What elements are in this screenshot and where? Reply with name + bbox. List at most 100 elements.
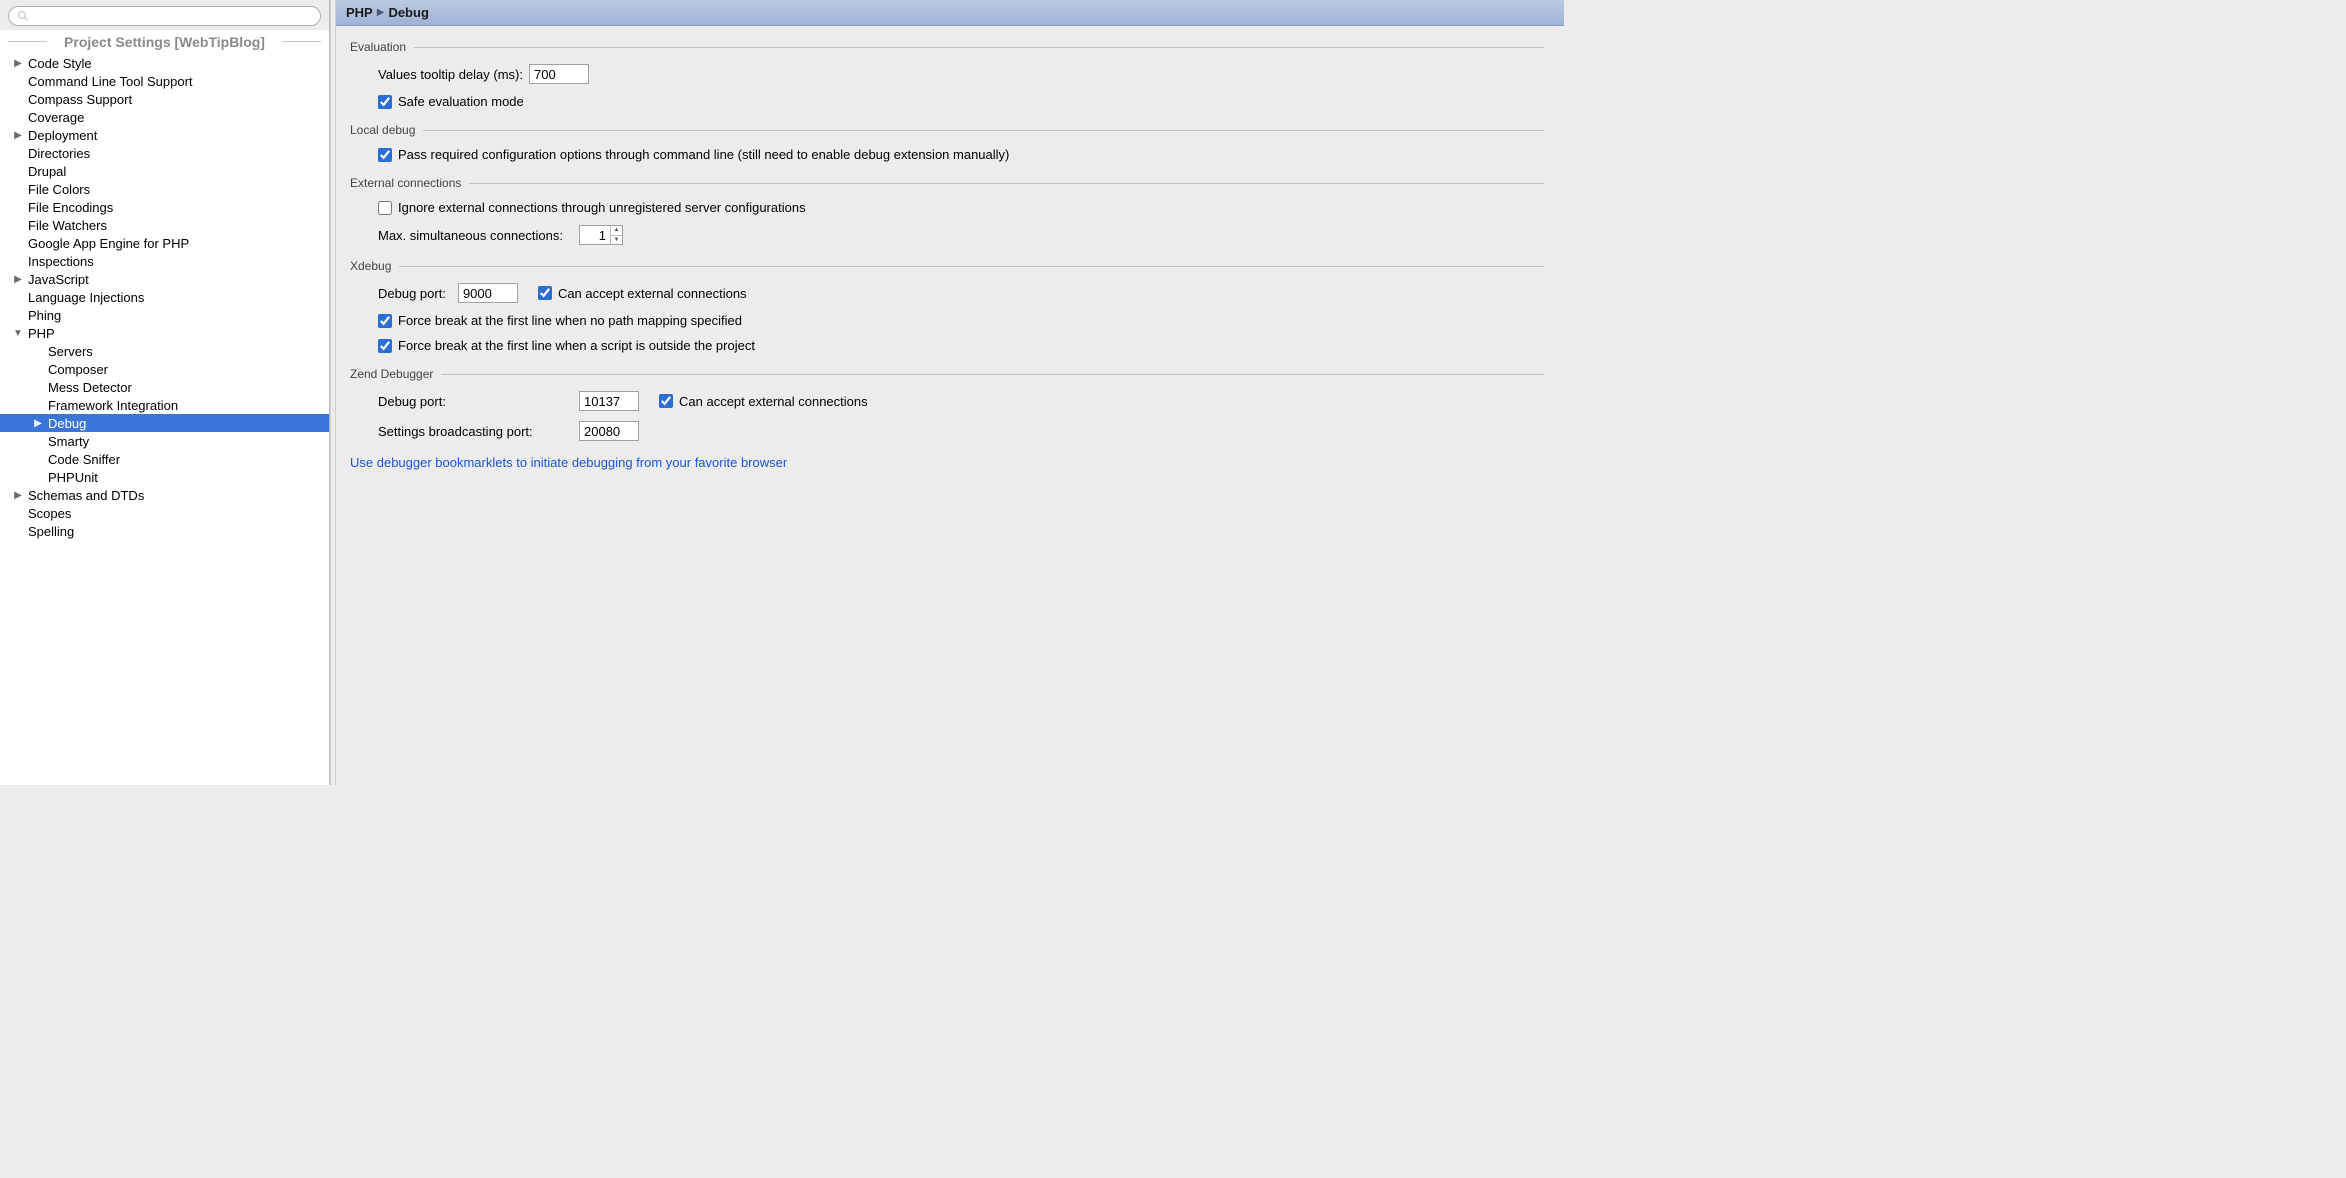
- group-title-zend: Zend Debugger: [350, 367, 433, 381]
- tree-item-label: Mess Detector: [48, 380, 132, 395]
- tree-item-label: Code Style: [28, 56, 92, 71]
- tree-item-label: Drupal: [28, 164, 66, 179]
- group-local-debug: Local debug Pass required configuration …: [350, 123, 1544, 162]
- group-xdebug: Xdebug Debug port: Can accept external c…: [350, 259, 1544, 353]
- ignore-external-checkbox[interactable]: [378, 201, 392, 215]
- bookmarklets-link-row: Use debugger bookmarklets to initiate de…: [350, 455, 1544, 470]
- chevron-right-icon: ▶: [377, 7, 385, 18]
- xdebug-port-label: Debug port:: [378, 286, 446, 301]
- tree-item-schemas-and-dtds[interactable]: ▶Schemas and DTDs: [0, 486, 329, 504]
- chevron-right-icon: ▶: [12, 130, 24, 141]
- tree-item-label: Code Sniffer: [48, 452, 120, 467]
- tree-item-servers[interactable]: ▶Servers: [0, 342, 329, 360]
- search-icon: [17, 10, 29, 22]
- spinner-up-icon[interactable]: ▲: [611, 226, 622, 236]
- tree-item-coverage[interactable]: ▶Coverage: [0, 108, 329, 126]
- search-input[interactable]: [33, 9, 312, 23]
- tree-item-label: File Watchers: [28, 218, 107, 233]
- sidebar: Project Settings [WebTipBlog] ▶Code Styl…: [0, 0, 330, 785]
- pass-config-checkbox[interactable]: [378, 148, 392, 162]
- tree-item-label: Scopes: [28, 506, 71, 521]
- section-header: Project Settings [WebTipBlog]: [0, 30, 329, 52]
- breadcrumb: PHP ▶ Debug: [336, 0, 1564, 26]
- chevron-down-icon: ▼: [12, 328, 24, 339]
- group-title-xdebug: Xdebug: [350, 259, 391, 273]
- force-break-outside-checkbox[interactable]: [378, 339, 392, 353]
- tree-item-file-colors[interactable]: ▶File Colors: [0, 180, 329, 198]
- content: Evaluation Values tooltip delay (ms): Sa…: [336, 26, 1564, 785]
- tree-item-language-injections[interactable]: ▶Language Injections: [0, 288, 329, 306]
- tree-item-label: Deployment: [28, 128, 97, 143]
- tree-item-framework-integration[interactable]: ▶Framework Integration: [0, 396, 329, 414]
- tree-item-deployment[interactable]: ▶ Deployment: [0, 126, 329, 144]
- tree-item-label: Servers: [48, 344, 93, 359]
- tree-item-code-sniffer[interactable]: ▶Code Sniffer: [0, 450, 329, 468]
- group-zend: Zend Debugger Debug port: Can accept ext…: [350, 367, 1544, 441]
- spinner-down-icon[interactable]: ▼: [611, 236, 622, 245]
- chevron-right-icon: ▶: [12, 490, 24, 501]
- tree-item-label: Coverage: [28, 110, 84, 125]
- tree-item-label: Composer: [48, 362, 108, 377]
- tree-item-label: Smarty: [48, 434, 89, 449]
- tree-item-inspections[interactable]: ▶Inspections: [0, 252, 329, 270]
- tree-item-file-encodings[interactable]: ▶File Encodings: [0, 198, 329, 216]
- zend-broadcast-input[interactable]: [579, 421, 639, 441]
- tooltip-delay-input[interactable]: [529, 64, 589, 84]
- zend-accept-ext-label: Can accept external connections: [679, 394, 868, 409]
- xdebug-accept-ext-label: Can accept external connections: [558, 286, 747, 301]
- tooltip-delay-label: Values tooltip delay (ms):: [378, 67, 523, 82]
- max-conn-input[interactable]: [580, 226, 610, 244]
- ignore-external-label: Ignore external connections through unre…: [398, 200, 806, 215]
- tree-item-file-watchers[interactable]: ▶File Watchers: [0, 216, 329, 234]
- group-title-evaluation: Evaluation: [350, 40, 406, 54]
- tree-item-label: Debug: [48, 416, 86, 431]
- max-conn-spinner[interactable]: ▲ ▼: [579, 225, 623, 245]
- tree-item-javascript[interactable]: ▶JavaScript: [0, 270, 329, 288]
- zend-accept-ext-checkbox[interactable]: [659, 394, 673, 408]
- tree-item-label: Inspections: [28, 254, 94, 269]
- group-title-external: External connections: [350, 176, 461, 190]
- xdebug-port-input[interactable]: [458, 283, 518, 303]
- main-panel: PHP ▶ Debug Evaluation Values tooltip de…: [336, 0, 1564, 785]
- settings-tree[interactable]: ▶Code Style▶Command Line Tool Support▶Co…: [0, 52, 329, 785]
- tree-item-label: Spelling: [28, 524, 74, 539]
- tree-item-phing[interactable]: ▶Phing: [0, 306, 329, 324]
- tree-item-label: PHP: [28, 326, 55, 341]
- tree-item-debug[interactable]: ▶Debug: [0, 414, 329, 432]
- zend-port-input[interactable]: [579, 391, 639, 411]
- max-conn-label: Max. simultaneous connections:: [378, 228, 563, 243]
- group-external-connections: External connections Ignore external con…: [350, 176, 1544, 245]
- tree-item-label: Directories: [28, 146, 90, 161]
- tree-item-code-style[interactable]: ▶Code Style: [0, 54, 329, 72]
- xdebug-accept-ext-checkbox[interactable]: [538, 286, 552, 300]
- group-evaluation: Evaluation Values tooltip delay (ms): Sa…: [350, 40, 1544, 109]
- force-break-nopath-label: Force break at the first line when no pa…: [398, 313, 742, 328]
- tree-item-label: Google App Engine for PHP: [28, 236, 189, 251]
- tree-item-google-app-engine-for-php[interactable]: ▶Google App Engine for PHP: [0, 234, 329, 252]
- tree-item-compass-support[interactable]: ▶Compass Support: [0, 90, 329, 108]
- tree-item-drupal[interactable]: ▶Drupal: [0, 162, 329, 180]
- safe-eval-checkbox[interactable]: [378, 95, 392, 109]
- tree-item-spelling[interactable]: ▶Spelling: [0, 522, 329, 540]
- force-break-outside-label: Force break at the first line when a scr…: [398, 338, 755, 353]
- search-input-wrap[interactable]: [8, 6, 321, 26]
- tree-item-composer[interactable]: ▶Composer: [0, 360, 329, 378]
- tree-item-command-line-tool-support[interactable]: ▶Command Line Tool Support: [0, 72, 329, 90]
- tree-item-scopes[interactable]: ▶Scopes: [0, 504, 329, 522]
- chevron-right-icon: ▶: [12, 274, 24, 285]
- tree-item-label: Compass Support: [28, 92, 132, 107]
- pass-config-label: Pass required configuration options thro…: [398, 147, 1009, 162]
- tree-item-php[interactable]: ▼ PHP: [0, 324, 329, 342]
- safe-eval-label: Safe evaluation mode: [398, 94, 524, 109]
- tree-item-phpunit[interactable]: ▶PHPUnit: [0, 468, 329, 486]
- breadcrumb-root[interactable]: PHP: [346, 5, 373, 20]
- tree-item-label: Framework Integration: [48, 398, 178, 413]
- tree-item-mess-detector[interactable]: ▶Mess Detector: [0, 378, 329, 396]
- bookmarklets-link[interactable]: Use debugger bookmarklets to initiate de…: [350, 455, 787, 470]
- tree-item-smarty[interactable]: ▶Smarty: [0, 432, 329, 450]
- tree-item-label: Command Line Tool Support: [28, 74, 193, 89]
- force-break-nopath-checkbox[interactable]: [378, 314, 392, 328]
- tree-item-label: Phing: [28, 308, 61, 323]
- tree-item-label: File Colors: [28, 182, 90, 197]
- tree-item-directories[interactable]: ▶Directories: [0, 144, 329, 162]
